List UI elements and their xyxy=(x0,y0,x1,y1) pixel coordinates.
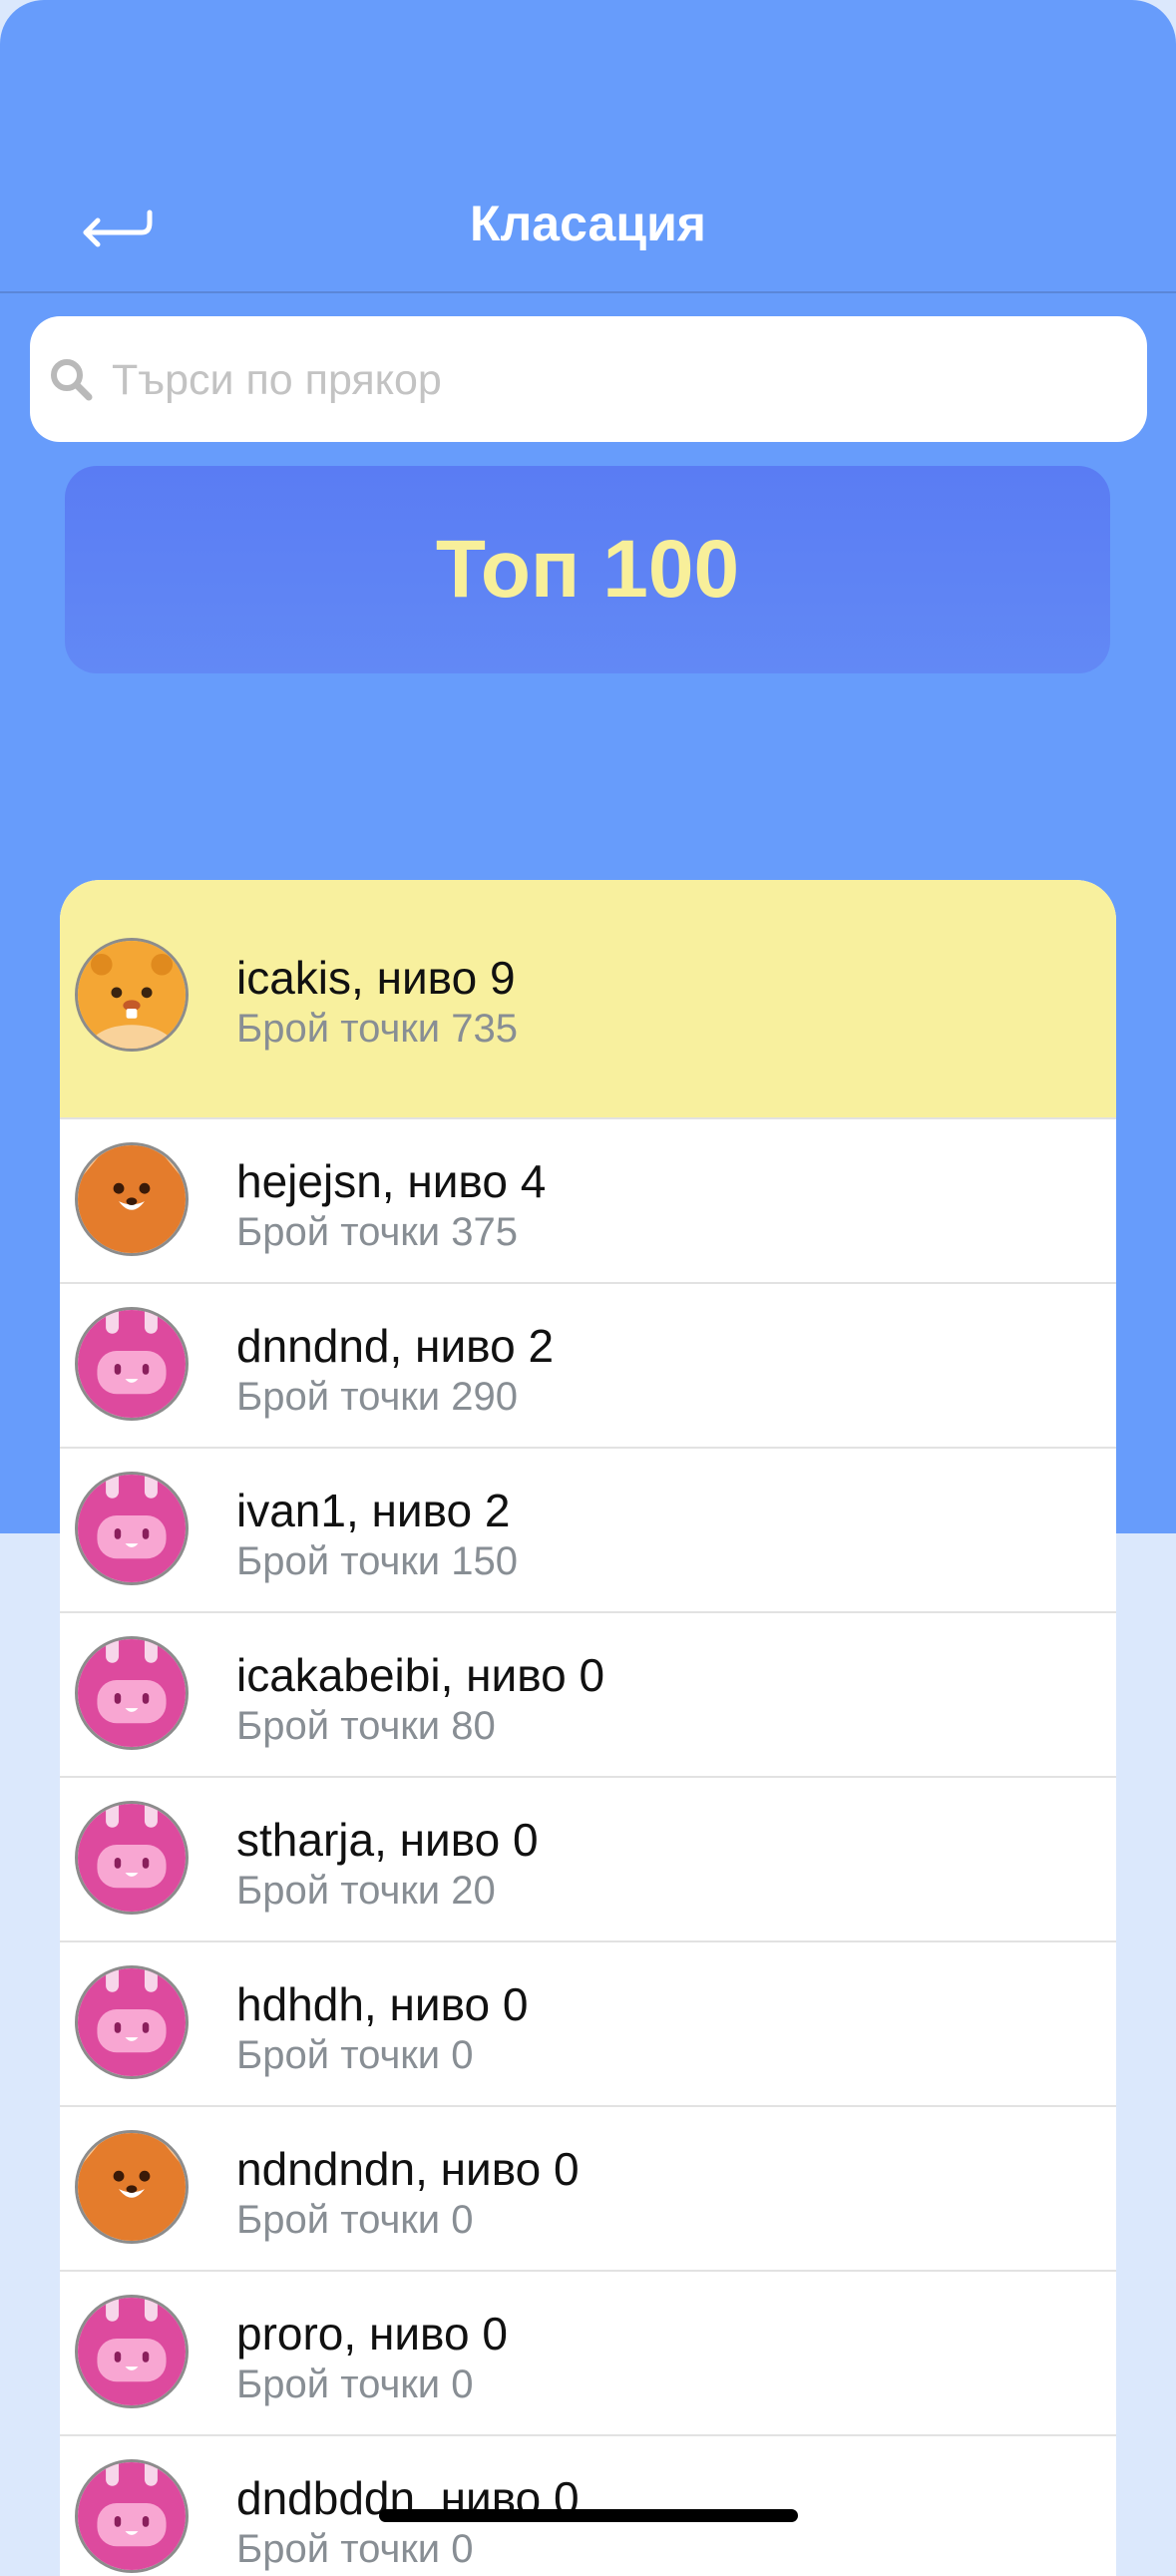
player-name: ndndndn, ниво 0 xyxy=(236,2143,580,2195)
list-item[interactable]: proro, ниво 0 Брой точки 0 xyxy=(60,2272,1116,2436)
player-points: Брой точки 735 xyxy=(236,1007,518,1051)
player-points: Брой точки 0 xyxy=(236,2527,474,2571)
hamster-avatar xyxy=(75,938,189,1052)
list-item[interactable]: icakabeibi, ниво 0 Брой точки 80 xyxy=(60,1613,1116,1778)
player-points: Брой точки 0 xyxy=(236,2198,474,2242)
player-points: Брой точки 290 xyxy=(236,1375,518,1419)
list-item[interactable]: dnndnd, ниво 2 Брой точки 290 xyxy=(60,1284,1116,1449)
pink-bunny-avatar xyxy=(75,2295,189,2408)
list-item[interactable]: dndbddn, ниво 0 Брой точки 0 xyxy=(60,2436,1116,2576)
list-item[interactable]: ndndndn, ниво 0 Брой точки 0 xyxy=(60,2107,1116,2272)
player-points: Брой точки 0 xyxy=(236,2033,474,2077)
player-name: dnndnd, ниво 2 xyxy=(236,1320,555,1372)
player-name: ivan1, ниво 2 xyxy=(236,1485,511,1536)
pink-bunny-avatar xyxy=(75,2459,189,2573)
player-points: Брой точки 0 xyxy=(236,2362,474,2406)
player-name: icakis, ниво 9 xyxy=(236,952,516,1004)
leaderboard-list[interactable]: icakis, ниво 9 Брой точки 735 hejejsn, н… xyxy=(60,880,1116,2576)
pink-bunny-avatar xyxy=(75,1636,189,1750)
player-name: hejejsn, ниво 4 xyxy=(236,1155,547,1207)
player-points: Брой точки 375 xyxy=(236,1210,518,1254)
search-input[interactable] xyxy=(110,316,1111,444)
player-name: stharja, ниво 0 xyxy=(236,1814,539,1866)
list-item[interactable]: hdhdh, ниво 0 Брой точки 0 xyxy=(60,1942,1116,2107)
player-name: proro, ниво 0 xyxy=(236,2308,508,2360)
home-indicator xyxy=(379,2509,798,2522)
pink-bunny-avatar xyxy=(75,1307,189,1421)
pink-bunny-avatar xyxy=(75,1965,189,2079)
list-item[interactable]: stharja, ниво 0 Брой точки 20 xyxy=(60,1778,1116,1942)
player-points: Брой точки 150 xyxy=(236,1539,518,1583)
player-points: Брой точки 80 xyxy=(236,1704,496,1748)
search-icon xyxy=(51,359,93,401)
list-item[interactable]: hejejsn, ниво 4 Брой точки 375 xyxy=(60,1119,1116,1284)
top-100-banner: Топ 100 xyxy=(65,466,1110,673)
list-item[interactable]: ivan1, ниво 2 Брой точки 150 xyxy=(60,1449,1116,1613)
banner-label: Топ 100 xyxy=(435,524,740,615)
list-item[interactable]: icakis, ниво 9 Брой точки 735 xyxy=(60,880,1116,1119)
pink-bunny-avatar xyxy=(75,1801,189,1915)
nav-divider xyxy=(0,291,1176,293)
page-title: Класация xyxy=(470,196,706,251)
pink-bunny-avatar xyxy=(75,1472,189,1585)
search-bar[interactable] xyxy=(30,316,1147,444)
fox-avatar xyxy=(75,2130,189,2244)
player-name: hdhdh, ниво 0 xyxy=(236,1978,529,2030)
player-points: Брой точки 20 xyxy=(236,1869,496,1913)
player-name: icakabeibi, ниво 0 xyxy=(236,1649,605,1701)
fox-avatar xyxy=(75,1142,189,1256)
